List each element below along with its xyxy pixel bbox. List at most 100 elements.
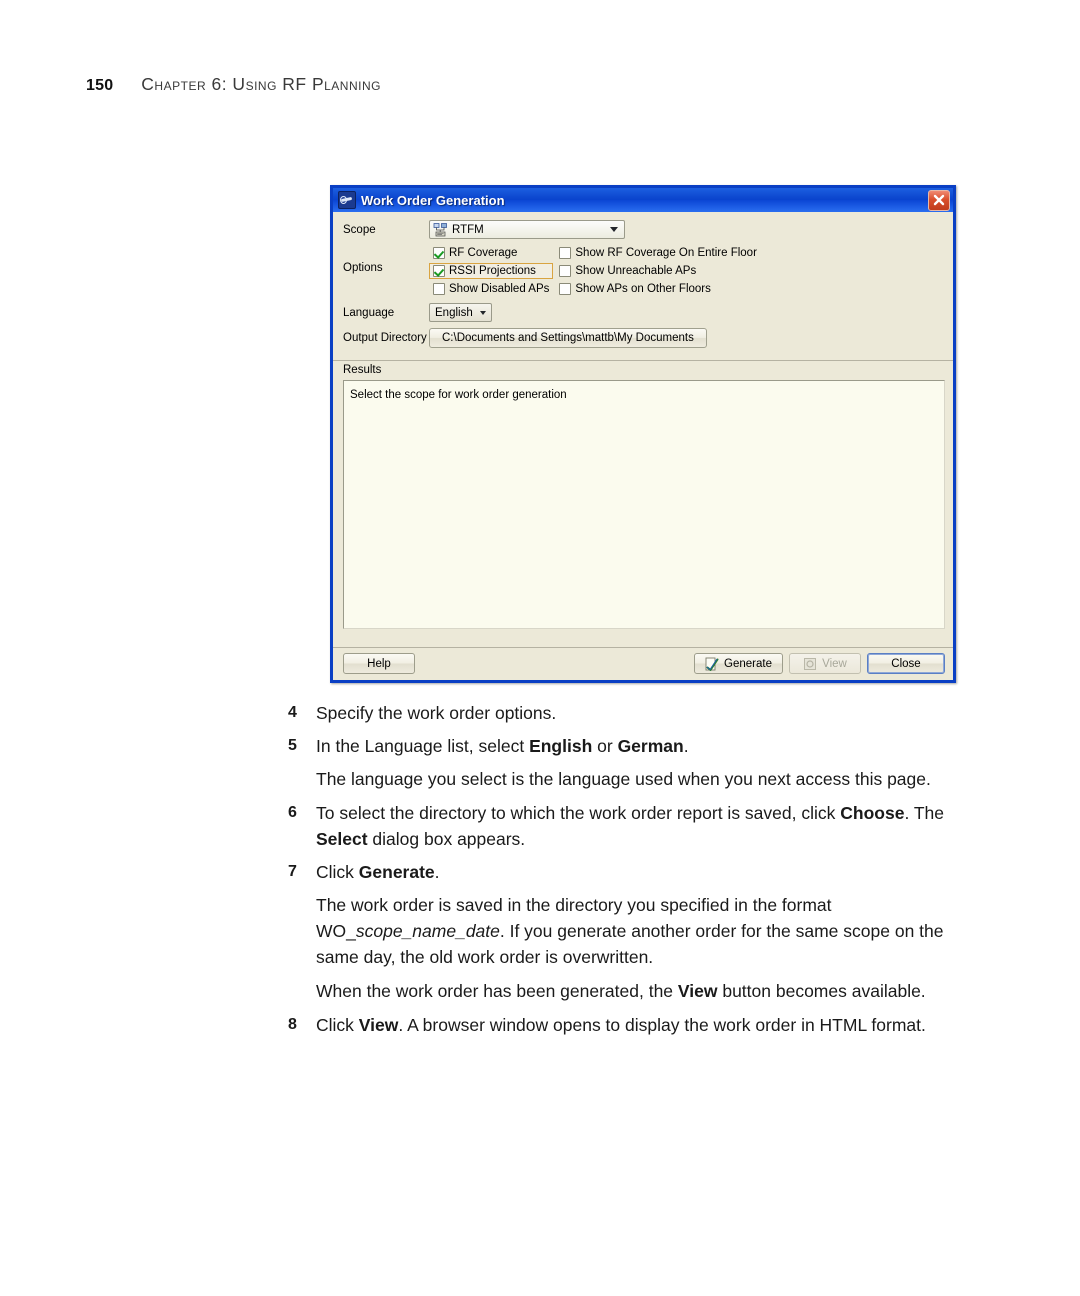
check-document-icon [705, 657, 719, 671]
results-message: Select the scope for work order generati… [350, 389, 567, 401]
step-text-part: To select the directory to which the wor… [316, 803, 841, 823]
checkbox-label: Show Disabled APs [449, 283, 550, 295]
checkbox-show-disabled-aps[interactable]: Show Disabled APs [429, 281, 553, 297]
step-text-part-bold: Generate [358, 862, 435, 882]
page-number: 150 [86, 77, 114, 94]
step-4: 4 Specify the work order options. [288, 700, 988, 726]
preview-icon [803, 657, 817, 671]
scope-combobox[interactable]: RTFM [429, 220, 625, 239]
language-label: Language [343, 306, 395, 319]
paragraph-text: When the work order has been generated, … [316, 981, 678, 1001]
results-spacer [333, 629, 953, 647]
chapter-title: Chapter 6: Using RF Planning [141, 74, 381, 94]
step-text-part: dialog box appears. [367, 829, 526, 849]
close-button[interactable]: Close [867, 653, 945, 674]
help-button[interactable]: Help [343, 653, 415, 674]
scope-value: RTFM [452, 223, 484, 236]
step-text-part: In the Language list, select [316, 736, 530, 756]
view-button[interactable]: View [789, 653, 861, 674]
binoculars-icon [338, 191, 356, 209]
close-icon[interactable] [928, 189, 950, 211]
checkbox-label: Show Unreachable APs [575, 265, 697, 277]
step-text: Specify the work order options. [316, 700, 988, 726]
step-5: 5 In the Language list, select English o… [288, 733, 988, 759]
step-text: Click View. A browser window opens to di… [316, 1012, 988, 1038]
step-text: Click Generate. [316, 859, 988, 885]
checkbox-icon [559, 283, 572, 295]
results-label: Results [333, 361, 953, 380]
step-text-part: Click [316, 862, 359, 882]
checkbox-rssi-projections[interactable]: RSSI Projections [429, 263, 554, 279]
network-campus-icon [433, 222, 448, 237]
step-number: 4 [288, 704, 297, 721]
dialog-form-area: Scope RTFM Options RF Coverage Show RF C… [333, 212, 953, 360]
paragraph-text: button becomes available. [717, 981, 926, 1001]
language-row: Language English [343, 303, 945, 322]
scope-row: Scope RTFM [343, 220, 945, 239]
output-directory-value: C:\Documents and Settings\mattb\My Docum… [442, 332, 694, 344]
paragraph-text-bold: View [677, 981, 718, 1001]
checkbox-show-unreachable-aps[interactable]: Show Unreachable APs [555, 263, 761, 279]
output-directory-row: Output Directory C:\Documents and Settin… [343, 328, 945, 348]
output-directory-label: Output Directory [343, 332, 427, 344]
step-number: 6 [288, 804, 297, 821]
step-text-part-bold: German [617, 736, 684, 756]
checkbox-icon [433, 283, 445, 295]
checkbox-icon [559, 247, 572, 259]
results-output-area[interactable]: Select the scope for work order generati… [343, 380, 945, 629]
step-text-part-bold: View [358, 1015, 399, 1035]
paragraph-language-note: The language you select is the language … [316, 766, 988, 792]
dialog-title: Work Order Generation [361, 192, 505, 208]
paragraph-work-order-format: The work order is saved in the directory… [316, 892, 988, 970]
close-button-label: Close [891, 657, 921, 670]
step-text: To select the directory to which the wor… [316, 800, 988, 852]
checkbox-rf-coverage[interactable]: RF Coverage [429, 245, 553, 261]
scope-label: Scope [343, 223, 376, 236]
checkbox-show-aps-other-floors[interactable]: Show APs on Other Floors [555, 281, 761, 297]
step-6: 6 To select the directory to which the w… [288, 800, 988, 852]
paragraph-text: The language you select is the language … [316, 769, 931, 789]
dialog-body: Scope RTFM Options RF Coverage Show RF C… [333, 212, 953, 680]
checkbox-label: Show RF Coverage On Entire Floor [575, 247, 757, 259]
step-7: 7 Click Generate. [288, 859, 988, 885]
dialog-button-bar: Help Generate View Close [333, 647, 953, 680]
step-text: In the Language list, select English or … [316, 733, 988, 759]
language-combobox[interactable]: English [429, 303, 492, 322]
step-number: 5 [288, 737, 297, 754]
step-text-part-bold: English [529, 736, 593, 756]
checkbox-show-rf-coverage-entire-floor[interactable]: Show RF Coverage On Entire Floor [555, 245, 761, 261]
chevron-down-icon [479, 310, 486, 315]
checkbox-label: Show APs on Other Floors [575, 283, 711, 295]
step-text-part: Specify the work order options. [316, 703, 557, 723]
help-button-label: Help [367, 657, 391, 670]
step-text-part-bold: Select [316, 829, 368, 849]
step-number: 8 [288, 1016, 297, 1033]
language-value: English [435, 306, 473, 319]
step-text-part: . [434, 862, 440, 882]
options-grid: RF Coverage Show RF Coverage On Entire F… [429, 245, 761, 297]
work-order-generation-dialog: Work Order Generation Scope RTFM Options… [330, 185, 956, 683]
dialog-titlebar[interactable]: Work Order Generation [330, 185, 956, 212]
step-8: 8 Click View. A browser window opens to … [288, 1012, 988, 1038]
step-text-part: or [592, 736, 618, 756]
generate-button-label: Generate [724, 657, 772, 670]
view-button-label: View [822, 657, 847, 670]
output-directory-choose-button[interactable]: C:\Documents and Settings\mattb\My Docum… [429, 328, 707, 348]
checkbox-label: RSSI Projections [449, 265, 536, 277]
options-row: Options RF Coverage Show RF Coverage On … [343, 245, 945, 297]
step-number: 7 [288, 863, 297, 880]
checkbox-label: RF Coverage [449, 247, 518, 259]
paragraph-text-italic: scope_name_date [355, 921, 500, 941]
checkbox-icon [433, 247, 445, 259]
step-text-part: . [683, 736, 689, 756]
options-label: Options [343, 262, 383, 274]
chevron-down-icon [610, 227, 618, 232]
step-text-part: Click [316, 1015, 359, 1035]
step-text-part: . A browser window opens to display the … [398, 1015, 926, 1035]
checkbox-icon [433, 265, 445, 277]
step-text-part-bold: Choose [840, 803, 905, 823]
generate-button[interactable]: Generate [694, 653, 783, 674]
checkbox-icon [559, 265, 572, 277]
step-text-part: . The [904, 803, 945, 823]
procedure-content: 4 Specify the work order options. 5 In t… [288, 700, 988, 1045]
